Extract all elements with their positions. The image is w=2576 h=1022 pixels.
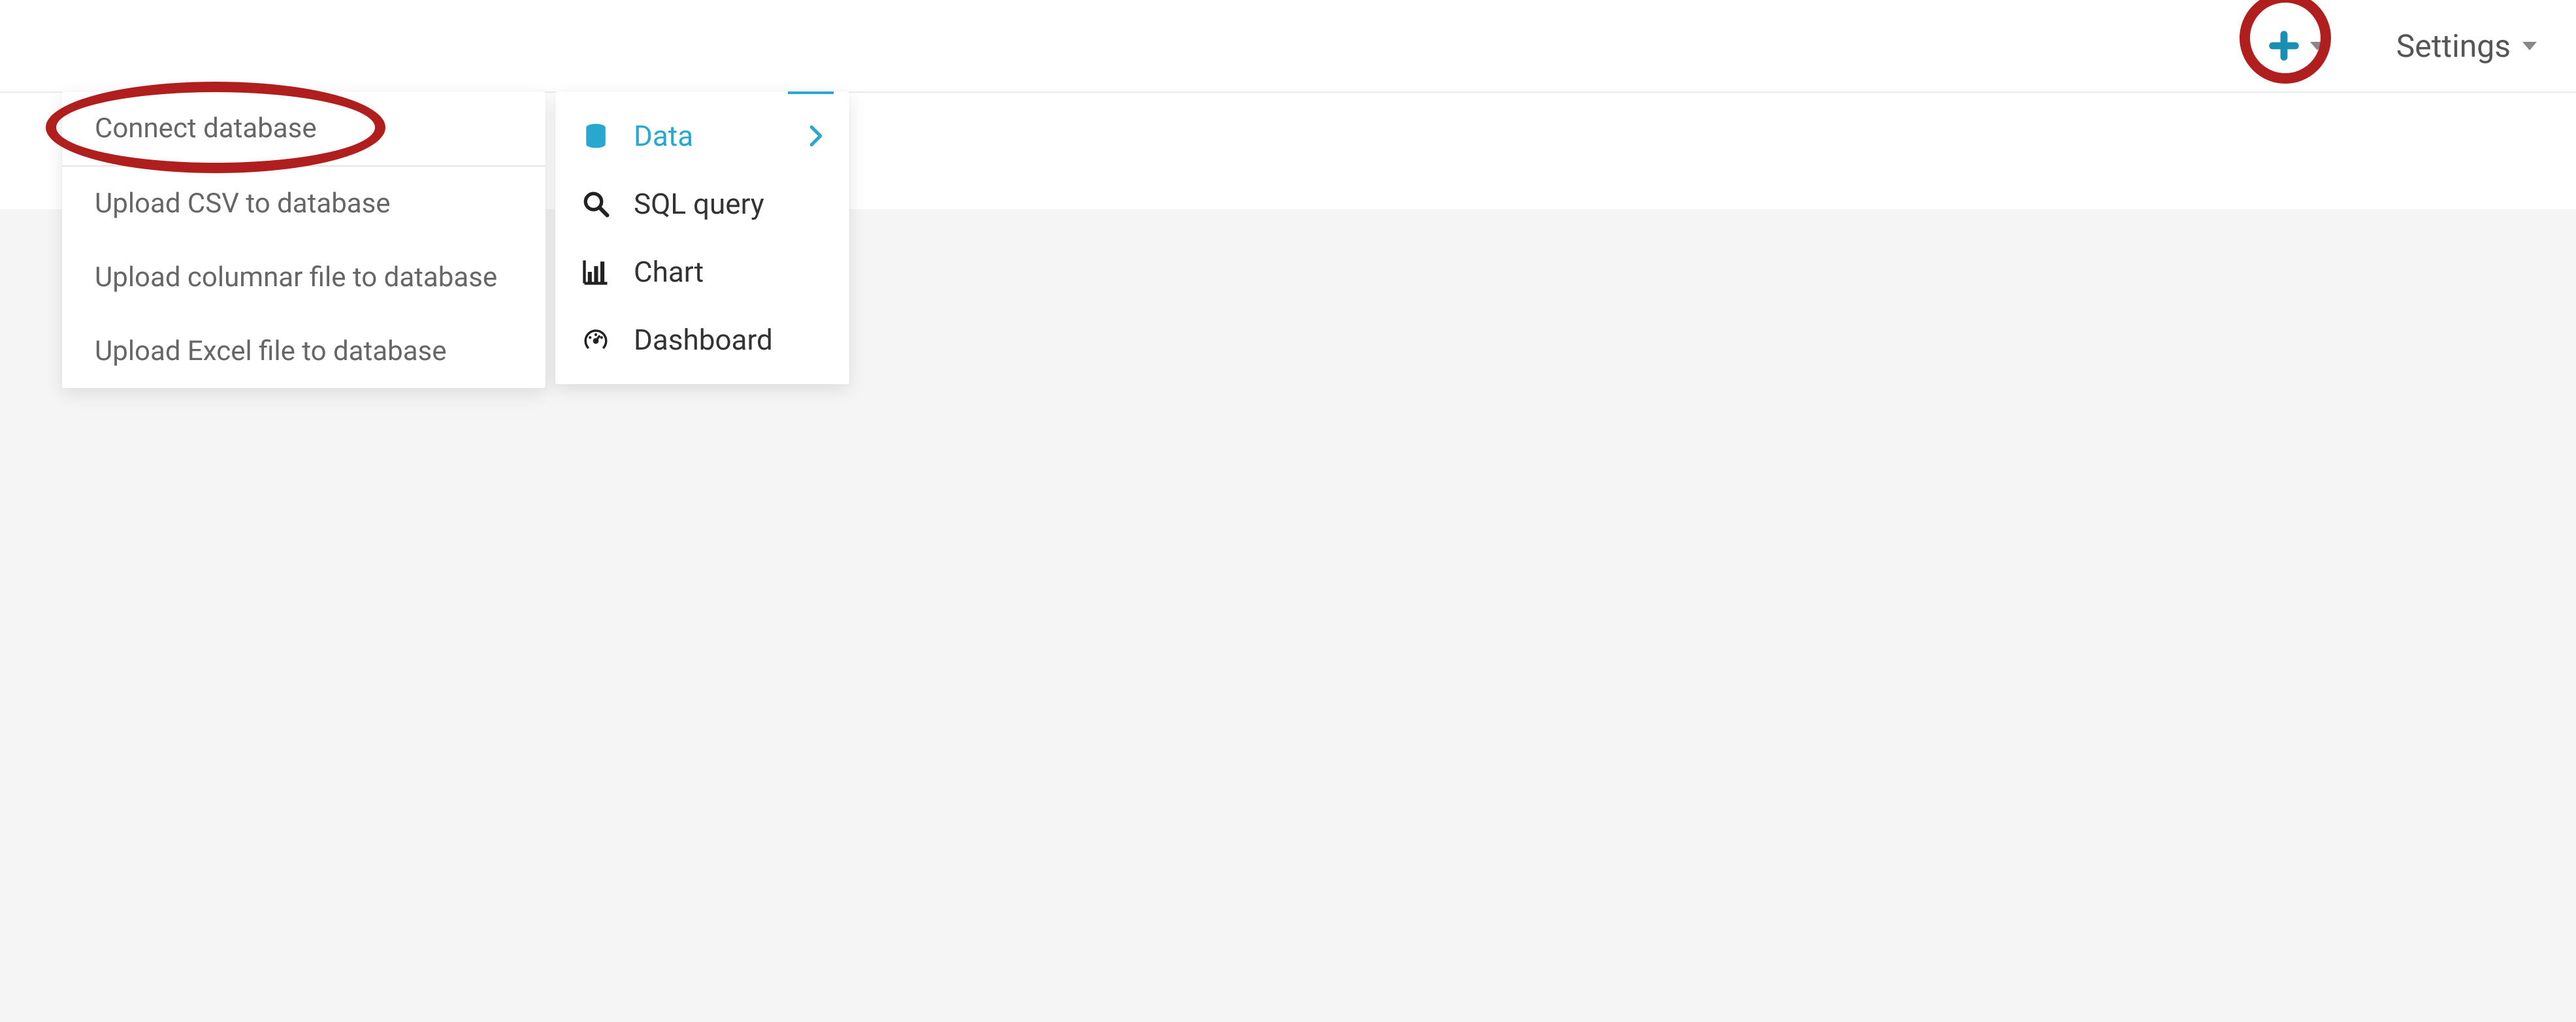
menu-item-label: Data xyxy=(634,119,785,153)
submenu-item-upload-csv[interactable]: Upload CSV to database xyxy=(62,167,546,240)
data-submenu: Connect database Upload CSV to database … xyxy=(62,91,546,388)
submenu-item-label: Connect database xyxy=(95,112,317,144)
settings-label: Settings xyxy=(2396,27,2511,65)
submenu-item-upload-columnar[interactable]: Upload columnar file to database xyxy=(62,240,546,314)
caret-down-icon xyxy=(2310,42,2324,50)
database-icon xyxy=(581,122,610,150)
submenu-item-label: Upload CSV to database xyxy=(95,188,391,220)
submenu-item-connect-database[interactable]: Connect database xyxy=(62,91,546,167)
search-icon xyxy=(581,190,610,218)
add-new-menu: Data SQL query Chart xyxy=(555,91,849,384)
chevron-right-icon xyxy=(809,125,823,147)
menu-item-data[interactable]: Data xyxy=(555,102,849,170)
menu-item-label: Dashboard xyxy=(634,323,823,357)
dashboard-gauge-icon xyxy=(581,325,610,354)
bar-chart-icon xyxy=(581,257,610,286)
submenu-item-upload-excel[interactable]: Upload Excel file to database xyxy=(62,314,546,388)
menu-item-dashboard[interactable]: Dashboard xyxy=(555,306,849,374)
menu-item-sql-query[interactable]: SQL query xyxy=(555,170,849,238)
top-bar: Settings xyxy=(0,0,2576,91)
settings-dropdown[interactable]: Settings xyxy=(2396,27,2537,65)
menu-item-label: SQL query xyxy=(634,187,823,221)
menu-item-label: Chart xyxy=(634,255,823,289)
caret-down-icon xyxy=(2522,42,2537,50)
menu-item-chart[interactable]: Chart xyxy=(555,238,849,306)
add-new-dropdown[interactable] xyxy=(2267,29,2324,63)
submenu-item-label: Upload columnar file to database xyxy=(95,261,497,293)
plus-icon xyxy=(2267,29,2301,63)
submenu-item-label: Upload Excel file to database xyxy=(95,335,447,367)
